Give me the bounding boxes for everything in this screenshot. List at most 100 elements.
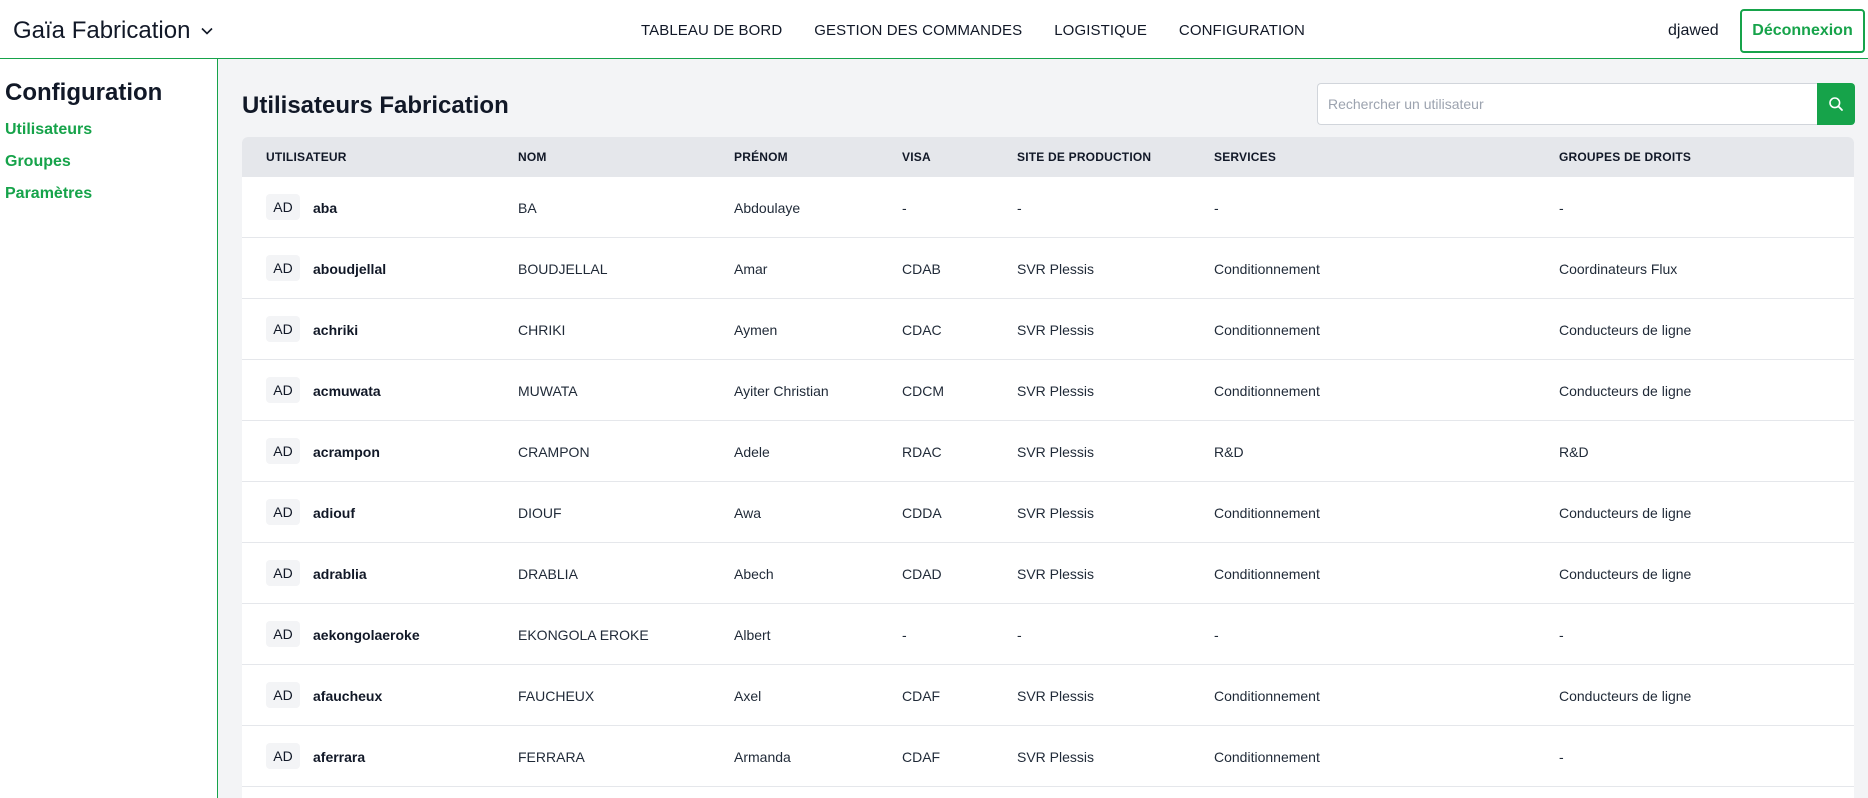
- search-button[interactable]: [1817, 83, 1855, 125]
- nav-gestion-des-commandes[interactable]: GESTION DES COMMANDES: [814, 22, 1022, 39]
- user-prenom: Adele: [734, 444, 770, 460]
- user-login[interactable]: adrablia: [313, 566, 367, 582]
- user-nom: CRAMPON: [518, 444, 590, 460]
- user-groupes: Conducteurs de ligne: [1559, 688, 1692, 704]
- sidebar-item-parametres[interactable]: Paramètres: [5, 185, 92, 203]
- table-row[interactable]: AD aekongolaeroke EKONGOLA EROKE Albert …: [242, 604, 1854, 665]
- user-visa: CDAD: [902, 566, 942, 582]
- user-login[interactable]: adiouf: [313, 505, 355, 521]
- table-row[interactable]: AD achriki CHRIKI Aymen CDAC SVR Plessis…: [242, 299, 1854, 360]
- user-site: -: [1017, 200, 1022, 216]
- table-row[interactable]: AD adrablia DRABLIA Abech CDAD SVR Pless…: [242, 543, 1854, 604]
- auth-badge: AD: [266, 499, 300, 525]
- user-visa: RDAC: [902, 444, 942, 460]
- user-login[interactable]: acrampon: [313, 444, 380, 460]
- table-row[interactable]: AD afaucheux FAUCHEUX Axel CDAF SVR Ples…: [242, 665, 1854, 726]
- user-login[interactable]: aboudjellal: [313, 261, 386, 277]
- logout-button[interactable]: Déconnexion: [1740, 9, 1865, 53]
- user-prenom: Albert: [734, 627, 771, 643]
- user-services: Conditionnement: [1214, 749, 1320, 765]
- user-nom: CHRIKI: [518, 322, 566, 338]
- table-row[interactable]: AD acmuwata MUWATA Ayiter Christian CDCM…: [242, 360, 1854, 421]
- user-site: SVR Plessis: [1017, 749, 1095, 765]
- sidebar-title: Configuration: [5, 79, 163, 106]
- search-input[interactable]: [1317, 83, 1817, 125]
- user-services: Conditionnement: [1214, 322, 1320, 338]
- user-login[interactable]: aferrara: [313, 749, 365, 765]
- user-login[interactable]: aba: [313, 200, 337, 216]
- user-prenom: Aymen: [734, 322, 778, 338]
- table-row[interactable]: AD aboudjellal BOUDJELLAL Amar CDAB SVR …: [242, 238, 1854, 299]
- user-login[interactable]: acmuwata: [313, 383, 381, 399]
- sidebar-item-groupes[interactable]: Groupes: [5, 153, 71, 171]
- user-prenom: Abdoulaye: [734, 200, 801, 216]
- user-site: SVR Plessis: [1017, 688, 1095, 704]
- user-login[interactable]: achriki: [313, 322, 358, 338]
- user-visa: CDAB: [902, 261, 941, 277]
- user-services: R&D: [1214, 444, 1244, 460]
- sidebar: Configuration Utilisateurs Groupes Param…: [0, 59, 218, 798]
- auth-badge: AD: [266, 194, 300, 220]
- user-groupes: Conducteurs de ligne: [1559, 566, 1692, 582]
- column-header-prenom[interactable]: PRÉNOM: [734, 150, 788, 164]
- table-row[interactable]: AD aferrara FERRARA Armanda CDAF SVR Ple…: [242, 726, 1854, 787]
- column-header-nom[interactable]: NOM: [518, 150, 547, 164]
- app-brand: Gaïa Fabrication: [13, 17, 191, 44]
- user-services: Conditionnement: [1214, 688, 1320, 704]
- user-visa: CDAF: [902, 749, 941, 765]
- nav-logistique[interactable]: LOGISTIQUE: [1054, 22, 1147, 39]
- auth-badge: AD: [266, 438, 300, 464]
- user-nom: FERRARA: [518, 749, 585, 765]
- user-site: SVR Plessis: [1017, 261, 1095, 277]
- user-site: SVR Plessis: [1017, 444, 1095, 460]
- user-site: SVR Plessis: [1017, 383, 1095, 399]
- user-services: Conditionnement: [1214, 383, 1320, 399]
- column-header-site-de-production[interactable]: SITE DE PRODUCTION: [1017, 150, 1151, 164]
- user-services: Conditionnement: [1214, 566, 1320, 582]
- user-groupes: -: [1559, 627, 1564, 643]
- app-brand-menu[interactable]: Gaïa Fabrication: [13, 17, 214, 45]
- user-nom: BA: [518, 200, 537, 216]
- user-visa: -: [902, 200, 907, 216]
- column-header-utilisateur[interactable]: UTILISATEUR: [266, 150, 347, 164]
- auth-badge: AD: [266, 621, 300, 647]
- user-services: -: [1214, 627, 1219, 643]
- auth-badge: AD: [266, 560, 300, 586]
- nav-configuration[interactable]: CONFIGURATION: [1179, 22, 1305, 39]
- user-login[interactable]: aekongolaeroke: [313, 627, 420, 643]
- user-prenom: Ayiter Christian: [734, 383, 829, 399]
- user-prenom: Abech: [734, 566, 774, 582]
- users-table: UTILISATEUR NOM PRÉNOM VISA SITE DE PROD…: [242, 137, 1854, 798]
- table-body: AD aba BA Abdoulaye - - - - AD aboudjell…: [242, 177, 1854, 787]
- user-nom: EKONGOLA EROKE: [518, 627, 649, 643]
- current-user: djawed: [1668, 22, 1719, 39]
- user-nom: FAUCHEUX: [518, 688, 595, 704]
- auth-badge: AD: [266, 743, 300, 769]
- search-icon: [1829, 97, 1843, 111]
- user-visa: CDCM: [902, 383, 944, 399]
- column-header-services[interactable]: SERVICES: [1214, 150, 1276, 164]
- user-login[interactable]: afaucheux: [313, 688, 382, 704]
- user-groupes: -: [1559, 749, 1564, 765]
- table-row[interactable]: AD aba BA Abdoulaye - - - -: [242, 177, 1854, 238]
- sidebar-item-utilisateurs[interactable]: Utilisateurs: [5, 121, 92, 139]
- top-bar: Gaïa Fabrication TABLEAU DE BORD GESTION…: [0, 0, 1868, 59]
- search-bar: [1317, 83, 1855, 125]
- nav-tableau-de-bord[interactable]: TABLEAU DE BORD: [641, 22, 782, 39]
- column-header-visa[interactable]: VISA: [902, 150, 931, 164]
- auth-badge: AD: [266, 316, 300, 342]
- user-services: Conditionnement: [1214, 505, 1320, 521]
- chevron-down-icon: [201, 27, 213, 35]
- user-site: SVR Plessis: [1017, 505, 1095, 521]
- user-groupes: -: [1559, 200, 1564, 216]
- auth-badge: AD: [266, 377, 300, 403]
- user-groupes: R&D: [1559, 444, 1589, 460]
- table-row[interactable]: AD acrampon CRAMPON Adele RDAC SVR Pless…: [242, 421, 1854, 482]
- table-row[interactable]: AD adiouf DIOUF Awa CDDA SVR Plessis Con…: [242, 482, 1854, 543]
- user-prenom: Amar: [734, 261, 768, 277]
- user-groupes: Coordinateurs Flux: [1559, 261, 1678, 277]
- column-header-groupes-de-droits[interactable]: GROUPES DE DROITS: [1559, 150, 1691, 164]
- user-prenom: Awa: [734, 505, 761, 521]
- user-visa: -: [902, 627, 907, 643]
- user-visa: CDAC: [902, 322, 942, 338]
